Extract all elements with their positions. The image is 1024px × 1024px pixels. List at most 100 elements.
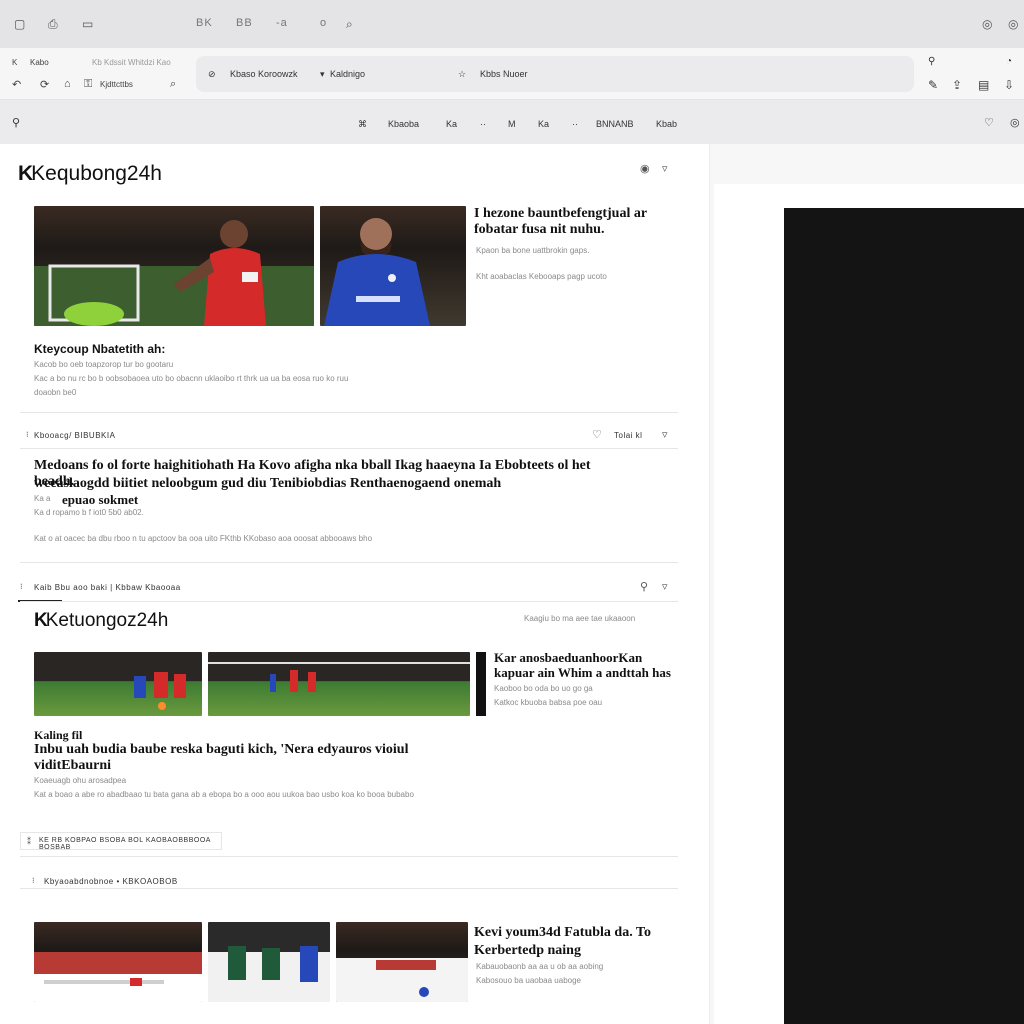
toolbar-label-4[interactable]: Kjdttcttbs [100, 80, 133, 89]
story2-byline-2[interactable]: epuao sokmet [62, 492, 138, 508]
section4-label[interactable]: Kbyaoabdnobnoe • KBKOAOBOB [44, 877, 178, 886]
section2-mid-meta: Kaagiu bo ma aee tae ukaaoon [524, 614, 636, 623]
back-icon[interactable]: ↶ [12, 78, 21, 91]
story2-meta-2: Kat o at oacec ba dbu rboo n tu apctoov … [34, 534, 373, 543]
news-page: KKequbong24h ◉ ▿ I hezone bauntbefengtju… [0, 144, 710, 1024]
story1-photo-right[interactable] [320, 206, 466, 326]
match-scene-illustration [134, 672, 186, 710]
nav-item-2[interactable]: Ka [446, 119, 457, 129]
tab-label-1[interactable]: BK [196, 17, 213, 29]
story3-side-title[interactable]: Kar anosbaeduanhoorKan kapuar ain Whim a… [494, 650, 684, 680]
story3-side-meta-1: Kaoboo bo oda bo uo go ga [494, 684, 593, 693]
story4-side-title[interactable]: Kevi youm34d Fatubla da. To Kerbertedp n… [474, 924, 664, 960]
story3-meta-1: Koaeuagb ohu arosadpea [34, 776, 127, 785]
site-nav: ⚲ ⌘ Kbaoba Ka ·· M Ka ·· BNNANB Kbab ♡ ◎ [0, 100, 1024, 144]
nav-item-4[interactable]: Ka [538, 119, 549, 129]
share-icon[interactable]: ⇪ [952, 78, 962, 92]
story3-photo-left[interactable] [34, 652, 202, 716]
address-toolbar: K Kabo Kb Kdssit Whitdzi Kao ↶ ⟳ ⌂ ⚿ Kjd… [0, 48, 1024, 100]
team-lineup-illustration [34, 952, 202, 1002]
profile-icon[interactable]: ◔ [1006, 56, 1012, 67]
section1-label-right[interactable]: Tolai kl [614, 431, 642, 440]
nav-item-6[interactable]: Kbab [656, 119, 677, 129]
search-icon[interactable]: ⌕ [346, 17, 353, 32]
address-bar[interactable]: ⊘ Kbaso Koroowzk ▾ Kaldnigo ☆ Kbbs Nuoer [196, 56, 914, 92]
tab-label-2[interactable]: BB [236, 17, 253, 29]
folder-icon[interactable]: ▭ [82, 17, 93, 31]
toolbar-label-2[interactable]: Kabo [30, 58, 49, 67]
site-logo[interactable]: KKequbong24h [18, 162, 162, 186]
story4-photo-2[interactable] [208, 922, 330, 1002]
section1-label[interactable]: Kbooacg/ BIBUBKIA [34, 431, 115, 440]
info-icon[interactable]: ⊘ [208, 69, 216, 80]
section-chevron-icon[interactable]: ▿ [662, 580, 668, 593]
site-logo-secondary[interactable]: KKetuongoz24h [34, 610, 168, 632]
story4-photo-1[interactable] [34, 922, 202, 1002]
nav-item-3[interactable]: M [508, 119, 516, 129]
tab-search-icon[interactable]: ⌕ [170, 78, 176, 91]
player-red-illustration [34, 220, 314, 326]
extension-icon[interactable]: ⚲ [928, 56, 935, 67]
stadium-illustration [208, 662, 470, 692]
nav-menu-icon[interactable]: ◎ [1010, 116, 1020, 129]
section3-tag[interactable]: ⁑ KE RB KOBPAO BSOBA BOL KAOBAOBBBOOA BO… [20, 832, 222, 851]
menu-icon[interactable]: ◎ [982, 17, 992, 31]
chevron-down-icon[interactable]: ▿ [662, 428, 668, 441]
nav-pin-icon[interactable]: ⌘ [358, 119, 367, 130]
nav-item-5[interactable]: BNNANB [596, 119, 634, 129]
story3-photo-right[interactable] [208, 652, 470, 716]
story1-side-meta-2: Kht aoabaclas Kebooaps pagp ucoto [476, 272, 607, 281]
divider [20, 448, 678, 449]
divider [20, 412, 678, 413]
save-icon[interactable]: ▤ [978, 78, 989, 92]
story2-byline-1: Ka a [34, 494, 51, 503]
site-search-icon[interactable]: ⚲ [12, 116, 20, 129]
story3-kicker: Kaling fil [34, 728, 83, 742]
close-icon[interactable]: ◎ [1008, 17, 1018, 31]
tab-label-4[interactable]: o [320, 17, 327, 29]
pin-icon[interactable]: ✎ [928, 78, 938, 92]
section3-label: KE RB KOBPAO BSOBA BOL KAOBAOBBBOOA BOSB… [39, 837, 211, 851]
refresh-icon[interactable]: ⟳ [40, 78, 49, 91]
window-titlebar: ▢ ⎙ ▭ BK BB -a o ⌕ ◎ ◎ [0, 0, 1024, 48]
bookmark-icon[interactable]: ⎙ [48, 17, 58, 32]
notification-icon[interactable]: ♡ [984, 116, 994, 129]
story4-side-meta-2: Kabosouo ba uaobaa uaboge [476, 976, 581, 985]
section-search-icon[interactable]: ⚲ [640, 580, 648, 593]
bookmark-star-icon[interactable]: ☆ [458, 69, 466, 80]
divider [20, 856, 678, 857]
story3-thumb-strip [476, 652, 486, 716]
story3-headline[interactable]: Inbu uah budia baube reska baguti kich, … [34, 742, 414, 774]
story2-meta-1: Ka d ropamo b f iot0 5b0 ab02. [34, 508, 144, 517]
section2-label[interactable]: Kaib Bbu aoo baki | Kbbaw Kbaooaa [34, 583, 181, 592]
filter-icon[interactable]: ▿ [662, 162, 668, 175]
section3-icon: ⁑ [27, 837, 32, 846]
story3-meta-2: Kat a boao a abe ro abadbaao tu bata gan… [34, 790, 414, 799]
story4-photo-3[interactable] [336, 922, 468, 1002]
omnibox-segment-3[interactable]: Kbbs Nuoer [480, 69, 528, 79]
story3-side-meta-2: Katkoc kbuoba babsa poe oau [494, 698, 603, 707]
player-blue-illustration [324, 218, 430, 326]
story1-caption-line-3: doaobn be0 [34, 388, 77, 397]
tab-label-3[interactable]: -a [276, 17, 288, 29]
nav-item-1[interactable]: Kbaoba [388, 119, 419, 129]
download-icon[interactable]: ⇩ [1004, 78, 1014, 92]
nav-separator-2: ·· [572, 119, 578, 129]
nav-separator: ·· [480, 119, 486, 129]
location-icon[interactable]: ◉ [640, 162, 650, 175]
omnibox-segment-2[interactable]: Kaldnigo [330, 69, 365, 79]
toolbar-label-1[interactable]: K [12, 58, 17, 67]
divider [20, 601, 678, 602]
story1-caption-title[interactable]: Kteycoup Nbatetith ah: [34, 342, 165, 356]
story1-caption-line-1: Kacob bo oeb toapzorop tur bo gootaru [34, 360, 174, 369]
omnibox-segment-1[interactable]: Kbaso Koroowzk [230, 69, 298, 79]
story1-photo-left[interactable] [34, 206, 314, 326]
dropdown-icon[interactable]: ▾ [320, 69, 325, 80]
story1-side-title[interactable]: I hezone bauntbefengtjual ar fobatar fus… [474, 206, 674, 238]
window-icon[interactable]: ▢ [14, 17, 25, 31]
toolbar-label-3: Kb Kdssit Whitdzi Kao [92, 58, 171, 67]
video-player[interactable] [784, 208, 1024, 1024]
story2-headline-2[interactable]: weeaslaogdd biitiet neloobgum gud diu Te… [34, 476, 634, 492]
save-story-icon[interactable]: ♡ [592, 428, 602, 441]
home-icon[interactable]: ⌂ [64, 78, 71, 90]
